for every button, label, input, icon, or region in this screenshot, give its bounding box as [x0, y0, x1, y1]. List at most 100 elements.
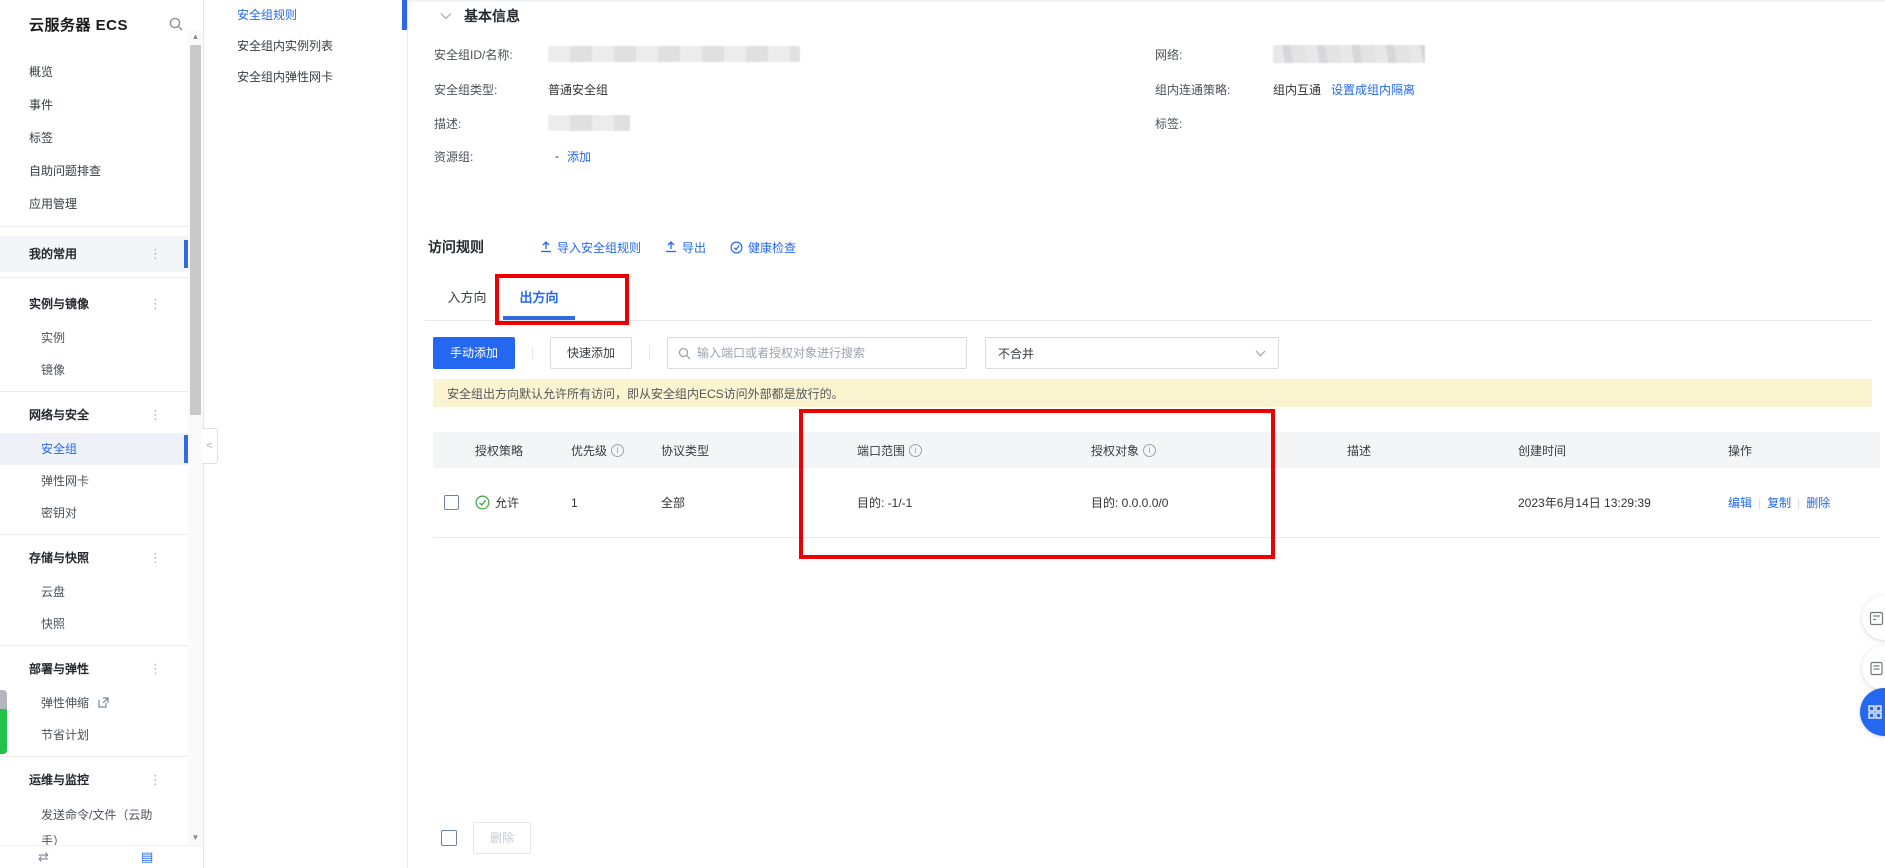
bulk-action-bar: 删除	[433, 822, 531, 854]
divider	[0, 756, 188, 757]
secondary-nav: 安全组规则 安全组内实例列表 安全组内弹性网卡 <	[204, 0, 408, 868]
shortcut-panel-icon[interactable]: ▤	[141, 849, 153, 865]
sidebar-item-instances[interactable]: 实例	[0, 322, 188, 354]
import-rules-link[interactable]: 导入安全组规则	[540, 239, 641, 256]
rule-search-input[interactable]	[697, 346, 956, 360]
add-resource-group-link[interactable]: 添加	[567, 148, 591, 165]
policy-value: 组内互通	[1273, 81, 1321, 98]
merge-mode-value: 不合并	[998, 345, 1034, 362]
divider: |	[1797, 496, 1800, 510]
more-dots-icon[interactable]: ⋮	[149, 397, 162, 433]
col-priority: 优先级 i	[565, 442, 655, 459]
external-link-icon	[98, 697, 109, 708]
export-rules-link[interactable]: 导出	[665, 239, 706, 256]
sg-type-value: 普通安全组	[548, 81, 608, 98]
subnav-item-sg-instances[interactable]: 安全组内实例列表	[204, 31, 407, 62]
collapse-sidebar-icon[interactable]: ⇄	[38, 849, 49, 865]
notice-text: 安全组出方向默认允许所有访问，即从安全组内ECS访问外部都是放行的。	[447, 385, 844, 402]
sidebar-section-instances-images[interactable]: 实例与镜像 ⋮	[0, 286, 188, 322]
sg-type-row: 安全组类型: 普通安全组	[434, 80, 608, 98]
sidebar-scrollbar[interactable]: ▲ ▼	[188, 30, 203, 845]
import-icon	[540, 241, 552, 253]
divider	[0, 277, 188, 278]
sg-id-label: 安全组ID/名称:	[434, 46, 548, 63]
tag-row: 标签:	[1155, 114, 1273, 132]
row-checkbox[interactable]	[444, 495, 459, 510]
side-green-indicator	[0, 690, 7, 754]
bulk-delete-button[interactable]: 删除	[473, 822, 531, 854]
more-dots-icon[interactable]: ⋮	[149, 236, 162, 272]
health-check-icon	[730, 241, 743, 254]
divider	[0, 534, 188, 535]
more-dots-icon[interactable]: ⋮	[149, 540, 162, 576]
more-dots-icon[interactable]: ⋮	[149, 286, 162, 322]
calculator-icon	[1869, 611, 1884, 626]
sidebar-item-snapshots[interactable]: 快照	[0, 608, 188, 640]
scrollbar-thumb[interactable]	[190, 45, 201, 415]
subnav-item-sg-rules[interactable]: 安全组规则	[204, 0, 407, 31]
sidebar-section-network-security[interactable]: 网络与安全 ⋮	[0, 397, 188, 433]
redacted-sg-id-value	[548, 46, 800, 62]
info-icon[interactable]: i	[611, 444, 624, 457]
search-icon	[678, 347, 691, 360]
basic-info-header[interactable]: 基本信息	[440, 6, 520, 26]
manual-add-button[interactable]: 手动添加	[433, 337, 515, 369]
sidebar-item-overview[interactable]: 概览	[0, 56, 188, 89]
sidebar-item-disks[interactable]: 云盘	[0, 576, 188, 608]
sidebar-item-tags[interactable]: 标签	[0, 122, 188, 155]
document-icon	[1869, 661, 1884, 676]
divider	[649, 346, 650, 360]
sidebar-section-deploy-elasticity[interactable]: 部署与弹性 ⋮	[0, 651, 188, 687]
access-rules-header: 访问规则 导入安全组规则 导出 健康检查	[428, 237, 820, 257]
sidebar-section-storage-snapshots[interactable]: 存储与快照 ⋮	[0, 540, 188, 576]
health-check-link[interactable]: 健康检查	[730, 239, 796, 256]
policy-row: 组内连通策略: 组内互通 设置成组内隔离	[1155, 80, 1415, 98]
search-icon[interactable]	[168, 16, 184, 32]
quick-add-button[interactable]: 快速添加	[550, 337, 632, 369]
panel-collapse-handle[interactable]: <	[202, 428, 218, 464]
set-isolation-link[interactable]: 设置成组内隔离	[1331, 81, 1415, 98]
merge-mode-select[interactable]: 不合并	[985, 337, 1279, 369]
chevron-down-icon	[440, 12, 452, 20]
basic-info-title: 基本信息	[464, 6, 520, 26]
sg-desc-label: 描述:	[434, 115, 548, 132]
sidebar-item-send-command[interactable]: 发送命令/文件（云助手）	[0, 798, 188, 845]
scroll-up-arrow[interactable]: ▲	[188, 30, 203, 44]
sidebar-section-ops-monitoring[interactable]: 运维与监控 ⋮	[0, 762, 188, 798]
clone-link[interactable]: 复制	[1767, 494, 1791, 511]
sidebar-item-key-pairs[interactable]: 密钥对	[0, 497, 188, 529]
sidebar-header: 云服务器 ECS	[0, 0, 203, 46]
sidebar-item-savings-plans[interactable]: 节省计划	[0, 719, 188, 751]
sidebar-section-favorites[interactable]: 我的常用 ⋮	[0, 236, 188, 272]
product-title: 云服务器 ECS	[29, 14, 128, 35]
sidebar-item-self-troubleshoot[interactable]: 自助问题排查	[0, 155, 188, 188]
annotation-box-port-auth-columns	[799, 409, 1275, 559]
sidebar-item-auto-scaling[interactable]: 弹性伸缩	[0, 687, 188, 719]
scroll-down-arrow[interactable]: ▼	[188, 831, 203, 845]
top-border	[408, 0, 1885, 2]
cell-policy: 允许	[469, 494, 565, 511]
annotation-box-outbound-tab	[495, 274, 629, 325]
sidebar-item-images[interactable]: 镜像	[0, 354, 188, 386]
edit-link[interactable]: 编辑	[1728, 494, 1752, 511]
select-all-checkbox[interactable]	[441, 830, 457, 846]
tab-inbound[interactable]: 入方向	[431, 283, 503, 320]
sidebar-item-security-groups[interactable]: 安全组	[0, 433, 188, 465]
more-dots-icon[interactable]: ⋮	[149, 651, 162, 687]
delete-link[interactable]: 删除	[1806, 494, 1830, 511]
cell-priority: 1	[565, 496, 655, 510]
rule-search-box	[667, 337, 967, 369]
allow-check-icon	[475, 495, 490, 510]
divider	[0, 226, 188, 227]
sg-type-label: 安全组类型:	[434, 81, 548, 98]
sidebar-item-app-management[interactable]: 应用管理	[0, 188, 188, 221]
sidebar-item-events[interactable]: 事件	[0, 89, 188, 122]
more-dots-icon[interactable]: ⋮	[149, 762, 162, 798]
col-policy: 授权策略	[469, 442, 565, 459]
network-row: 网络:	[1155, 45, 1425, 63]
resource-group-label: 资源组:	[434, 148, 555, 165]
resource-group-row: 资源组: - 添加	[434, 147, 591, 165]
primary-sidebar: 云服务器 ECS 概览 事件 标签 自助问题排查 应用管理 我的常用 ⋮ 实例与…	[0, 0, 204, 868]
sidebar-item-enis[interactable]: 弹性网卡	[0, 465, 188, 497]
subnav-item-sg-enis[interactable]: 安全组内弹性网卡	[204, 62, 407, 93]
